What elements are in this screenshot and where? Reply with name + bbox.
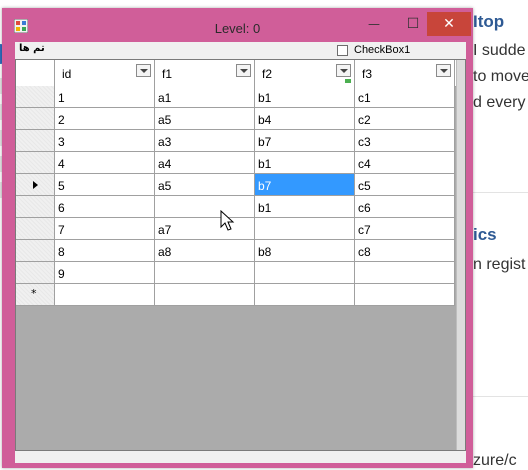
column-header-f3[interactable]: f3	[355, 60, 455, 86]
cell-f3[interactable]: c3	[355, 130, 455, 152]
cell-f3[interactable]: c5	[355, 174, 455, 196]
cell-f3[interactable]: c7	[355, 218, 455, 240]
cell-f3[interactable]	[355, 284, 455, 306]
column-header-label: id	[62, 67, 72, 81]
cell-id[interactable]: 4	[55, 152, 155, 174]
filter-dropdown-icon[interactable]	[136, 64, 151, 77]
background-divider	[472, 192, 528, 193]
column-header-f1[interactable]: f1	[155, 60, 255, 86]
cell-f1[interactable]	[155, 262, 255, 284]
row-header[interactable]: *	[16, 284, 55, 306]
column-header-label: f2	[262, 67, 273, 81]
background-heading: Itop	[473, 12, 505, 31]
current-row-arrow-icon	[33, 181, 38, 189]
title-bar[interactable]: Level: 0 — ☐ ✕	[2, 8, 473, 42]
filter-dropdown-icon[interactable]	[236, 64, 251, 77]
row-header[interactable]	[16, 262, 55, 284]
cell-id[interactable]: 2	[55, 108, 155, 130]
row-header[interactable]	[16, 130, 55, 152]
row-header[interactable]	[16, 108, 55, 130]
checkbox[interactable]	[337, 45, 348, 56]
vertical-scrollbar[interactable]	[456, 60, 465, 450]
cell-f1[interactable]: a3	[155, 130, 255, 152]
menu-bar: تم ها CheckBox1	[15, 42, 466, 59]
cell-f1[interactable]: a5	[155, 108, 255, 130]
cell-f3[interactable]: c4	[355, 152, 455, 174]
cell-f3[interactable]: c8	[355, 240, 455, 262]
new-row[interactable]: *	[16, 284, 456, 306]
table-row[interactable]: 9	[16, 262, 456, 284]
cell-f1[interactable]: a8	[155, 240, 255, 262]
cell-f1[interactable]	[155, 196, 255, 218]
new-row-star-icon: *	[31, 287, 37, 300]
app-window: Level: 0 — ☐ ✕ تم ها CheckBox1 id f1 f2 …	[2, 8, 473, 468]
column-header-id[interactable]: id	[55, 60, 155, 86]
grid-header: id f1 f2 f3	[16, 60, 456, 87]
row-header[interactable]	[16, 152, 55, 174]
cell-id[interactable]: 6	[55, 196, 155, 218]
cell-f2-selected[interactable]: b7	[255, 174, 355, 196]
background-text-line: I sudde	[473, 42, 526, 59]
cell-f1[interactable]: a7	[155, 218, 255, 240]
column-header-label: f1	[162, 67, 173, 81]
cell-f1[interactable]: a1	[155, 86, 255, 108]
column-header-f2[interactable]: f2	[255, 60, 355, 86]
cell-f1[interactable]: a4	[155, 152, 255, 174]
cell-f2[interactable]: b1	[255, 86, 355, 108]
cell-id[interactable]: 5	[55, 174, 155, 196]
cell-f2[interactable]: b7	[255, 130, 355, 152]
table-row[interactable]: 6 b1 c6	[16, 196, 456, 218]
background-text-line: zure/c	[473, 452, 517, 469]
menu-item[interactable]: تم ها	[19, 43, 45, 54]
grid-corner-cell[interactable]	[16, 60, 55, 86]
cell-f3[interactable]: c6	[355, 196, 455, 218]
cell-id[interactable]: 7	[55, 218, 155, 240]
cell-id[interactable]: 9	[55, 262, 155, 284]
background-text-line: d every	[473, 94, 526, 111]
cell-id[interactable]: 3	[55, 130, 155, 152]
cell-f2[interactable]: b1	[255, 152, 355, 174]
cell-f3[interactable]	[355, 262, 455, 284]
cell-f2[interactable]: b1	[255, 196, 355, 218]
mouse-pointer-icon	[220, 210, 235, 231]
cell-f2[interactable]: b8	[255, 240, 355, 262]
cell-id[interactable]: 8	[55, 240, 155, 262]
row-header[interactable]	[16, 86, 55, 108]
data-grid[interactable]: id f1 f2 f3 1 a1 b1 c1 2 a5 b4 c2 3 a3 b…	[15, 59, 466, 451]
active-filter-icon	[345, 79, 351, 83]
cell-id[interactable]: 1	[55, 86, 155, 108]
row-header[interactable]	[16, 174, 55, 196]
background-text-line: n regist	[473, 256, 526, 273]
cell-f3[interactable]: c1	[355, 86, 455, 108]
table-row[interactable]: 4 a4 b1 c4	[16, 152, 456, 174]
cell-f2[interactable]	[255, 218, 355, 240]
row-header[interactable]	[16, 196, 55, 218]
cell-f3[interactable]: c2	[355, 108, 455, 130]
background-heading: ics	[473, 225, 497, 244]
filter-dropdown-icon[interactable]	[336, 64, 351, 77]
table-row[interactable]: 7 a7 c7	[16, 218, 456, 240]
form-client-area: تم ها CheckBox1 id f1 f2 f3 1 a1 b1 c1 2…	[15, 42, 466, 463]
background-divider	[472, 396, 528, 397]
column-header-label: f3	[362, 67, 373, 81]
table-row[interactable]: 1 a1 b1 c1	[16, 86, 456, 108]
cell-f2[interactable]	[255, 262, 355, 284]
close-button[interactable]: ✕	[427, 12, 471, 36]
row-header[interactable]	[16, 240, 55, 262]
table-row[interactable]: 3 a3 b7 c3	[16, 130, 456, 152]
table-row-current[interactable]: 5 a5 b7 c5	[16, 174, 456, 196]
cell-f1[interactable]: a5	[155, 174, 255, 196]
cell-f2[interactable]: b4	[255, 108, 355, 130]
filter-dropdown-icon[interactable]	[436, 64, 451, 77]
minimize-button[interactable]: —	[355, 12, 393, 36]
table-row[interactable]: 2 a5 b4 c2	[16, 108, 456, 130]
table-row[interactable]: 8 a8 b8 c8	[16, 240, 456, 262]
cell-id[interactable]	[55, 284, 155, 306]
cell-f2[interactable]	[255, 284, 355, 306]
checkbox-label[interactable]: CheckBox1	[354, 44, 410, 56]
cell-f1[interactable]	[155, 284, 255, 306]
background-text-line: to move	[473, 68, 528, 85]
row-header[interactable]	[16, 218, 55, 240]
